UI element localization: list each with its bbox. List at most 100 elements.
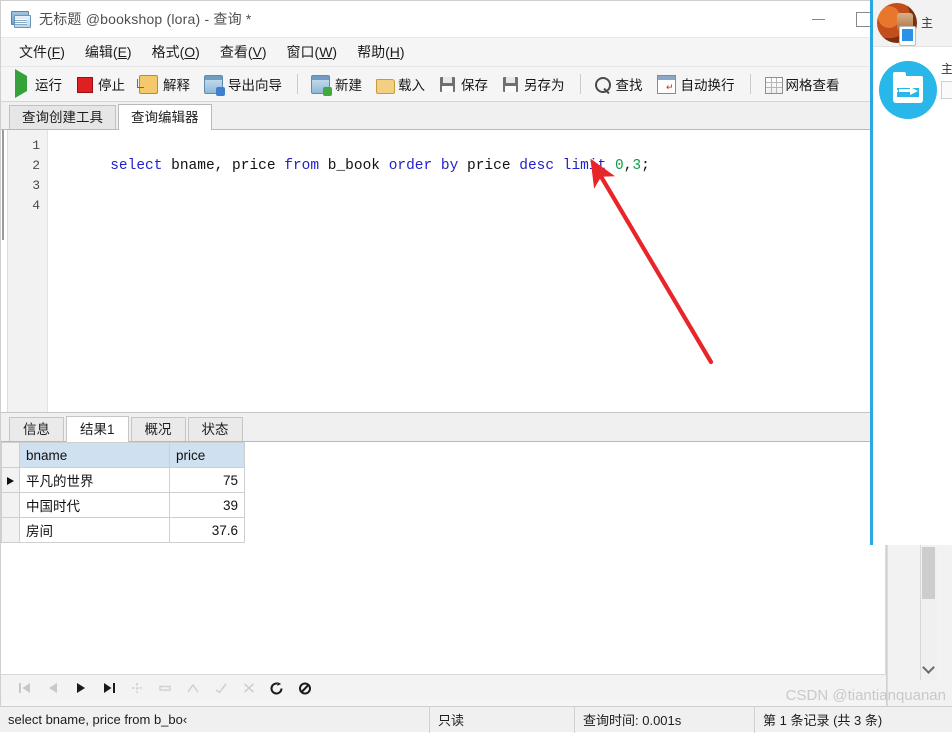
stop-query-button[interactable] — [293, 678, 317, 698]
export-wizard-label: 导出向导 — [228, 78, 282, 93]
sql-token: price — [458, 158, 520, 174]
result-grid-area: bname price 平凡的世界 75 中国时代 39 房间 37.6 — [1, 442, 886, 674]
record-nav-toolbar — [1, 674, 886, 701]
row-selector[interactable] — [1, 517, 20, 543]
explain-button[interactable]: 解释 — [133, 71, 196, 97]
word-wrap-button[interactable]: 自动换行 — [651, 71, 741, 97]
result-vertical-scrollbar[interactable] — [920, 545, 937, 680]
column-header-price[interactable]: price — [169, 442, 245, 468]
tab-query-editor[interactable]: 查询编辑器 — [118, 104, 212, 130]
cancel-record-button[interactable] — [237, 678, 261, 698]
table-row[interactable]: 中国时代 39 — [1, 492, 245, 518]
column-header-bname[interactable]: bname — [19, 442, 170, 468]
result-grid[interactable]: bname price 平凡的世界 75 中国时代 39 房间 37.6 — [1, 442, 245, 543]
sql-token: 0 — [614, 158, 624, 174]
confirm-record-button[interactable] — [209, 678, 233, 698]
menu-help[interactable]: 帮助(H) — [347, 39, 414, 65]
save-as-button[interactable]: 另存为 — [496, 71, 571, 97]
save-label: 保存 — [461, 78, 488, 93]
sql-token: desc — [519, 158, 555, 174]
add-record-button[interactable] — [125, 678, 149, 698]
refresh-button[interactable] — [265, 678, 289, 698]
sql-token: ; — [641, 158, 650, 174]
grid-view-button[interactable]: 网格查看 — [758, 71, 846, 97]
run-icon — [13, 68, 30, 98]
cell-bname[interactable]: 平凡的世界 — [19, 467, 170, 493]
find-button[interactable]: 查找 — [588, 71, 649, 97]
table-row[interactable]: 房间 37.6 — [1, 517, 245, 543]
row-selector[interactable] — [1, 492, 20, 518]
table-row[interactable]: 平凡的世界 75 — [1, 467, 245, 493]
run-button[interactable]: 运行 — [7, 68, 68, 98]
toolbar: 运行 停止 解释 导出向导 新建 载入 保存 另存为 查找 ↵ 自动换行 网格查… — [1, 67, 886, 102]
menu-file[interactable]: 文件(F) — [9, 39, 75, 65]
scrollbar-thumb[interactable] — [922, 547, 935, 599]
title-bar: 无标题 @bookshop (lora) - 查询 * — [1, 1, 886, 38]
menu-view[interactable]: 查看(V) — [210, 39, 277, 65]
sql-code-area[interactable]: select bname, price from b_book order by… — [48, 130, 886, 412]
stop-icon — [76, 76, 93, 93]
load-button[interactable]: 载入 — [370, 71, 431, 97]
grid-view-label: 网格查看 — [785, 78, 840, 93]
tab-query-builder[interactable]: 查询创建工具 — [9, 105, 116, 129]
word-wrap-label: 自动换行 — [680, 78, 735, 93]
line-number: 1 — [32, 138, 40, 153]
watermark-text: CSDN @tiantianquanan — [785, 687, 946, 704]
current-row-arrow-icon — [7, 476, 14, 485]
table-header-row: bname price — [1, 442, 245, 468]
menu-window[interactable]: 窗口(W) — [277, 39, 348, 65]
sql-token: bname, price — [162, 158, 285, 174]
last-record-button[interactable] — [97, 678, 121, 698]
stop-button[interactable]: 停止 — [70, 71, 131, 97]
line-number: 4 — [32, 198, 40, 213]
row-selector[interactable] — [1, 467, 20, 493]
first-record-button[interactable] — [13, 678, 37, 698]
cell-bname[interactable]: 房间 — [19, 517, 170, 543]
toolbar-separator-2 — [579, 74, 581, 94]
line-number: 2 — [32, 158, 40, 173]
chat-overlay-window[interactable]: 主 主 — [870, 0, 952, 545]
cell-price[interactable]: 37.6 — [169, 517, 245, 543]
prev-record-button[interactable] — [41, 678, 65, 698]
toolbar-separator-1 — [297, 74, 298, 94]
stop-label: 停止 — [98, 78, 125, 93]
chat-side-button[interactable] — [941, 81, 952, 99]
save-as-icon — [502, 76, 519, 93]
chevron-down-icon[interactable] — [922, 661, 935, 674]
grid-view-icon — [764, 76, 783, 94]
chat-contact-name: 主 — [921, 15, 934, 30]
new-query-button[interactable]: 新建 — [305, 71, 368, 97]
cell-price[interactable]: 75 — [169, 467, 245, 493]
menu-edit[interactable]: 编辑(E) — [75, 39, 142, 65]
cell-bname[interactable]: 中国时代 — [19, 492, 170, 518]
result-grid-scroll: bname price 平凡的世界 75 中国时代 39 房间 37.6 — [1, 442, 886, 674]
toolbar-separator-3 — [749, 74, 751, 94]
sql-token: from — [284, 158, 320, 174]
sql-editor[interactable]: 1 2 3 4 select bname, price from b_book … — [1, 130, 886, 413]
file-transfer-entry[interactable]: 主 — [873, 61, 952, 119]
cell-price[interactable]: 39 — [169, 492, 245, 518]
load-label: 载入 — [398, 78, 425, 93]
search-icon — [594, 76, 611, 93]
export-wizard-button[interactable]: 导出向导 — [198, 71, 288, 97]
tab-status[interactable]: 状态 — [187, 417, 243, 441]
sql-token: select — [110, 158, 163, 174]
menu-bar: 文件(F) 编辑(E) 格式(O) 查看(V) 窗口(W) 帮助(H) — [1, 38, 886, 67]
menu-format[interactable]: 格式(O) — [142, 39, 210, 65]
file-transfer-icon — [879, 61, 937, 119]
file-transfer-label: 主 — [941, 62, 952, 76]
status-record-count: 第 1 条记录 (共 3 条) — [763, 713, 883, 728]
edit-record-button[interactable] — [181, 678, 205, 698]
run-label: 运行 — [35, 78, 62, 93]
line-number-gutter: 1 2 3 4 — [8, 130, 48, 412]
sql-token: 3 — [632, 158, 642, 174]
explain-label: 解释 — [163, 78, 190, 93]
sql-token: limit — [562, 158, 607, 174]
tab-profile[interactable]: 概况 — [130, 417, 186, 441]
minimize-button[interactable] — [796, 1, 841, 37]
delete-record-button[interactable] — [153, 678, 177, 698]
next-record-button[interactable] — [69, 678, 93, 698]
tab-result1[interactable]: 结果1 — [66, 416, 129, 442]
tab-info[interactable]: 信息 — [9, 417, 64, 441]
save-button[interactable]: 保存 — [433, 71, 494, 97]
